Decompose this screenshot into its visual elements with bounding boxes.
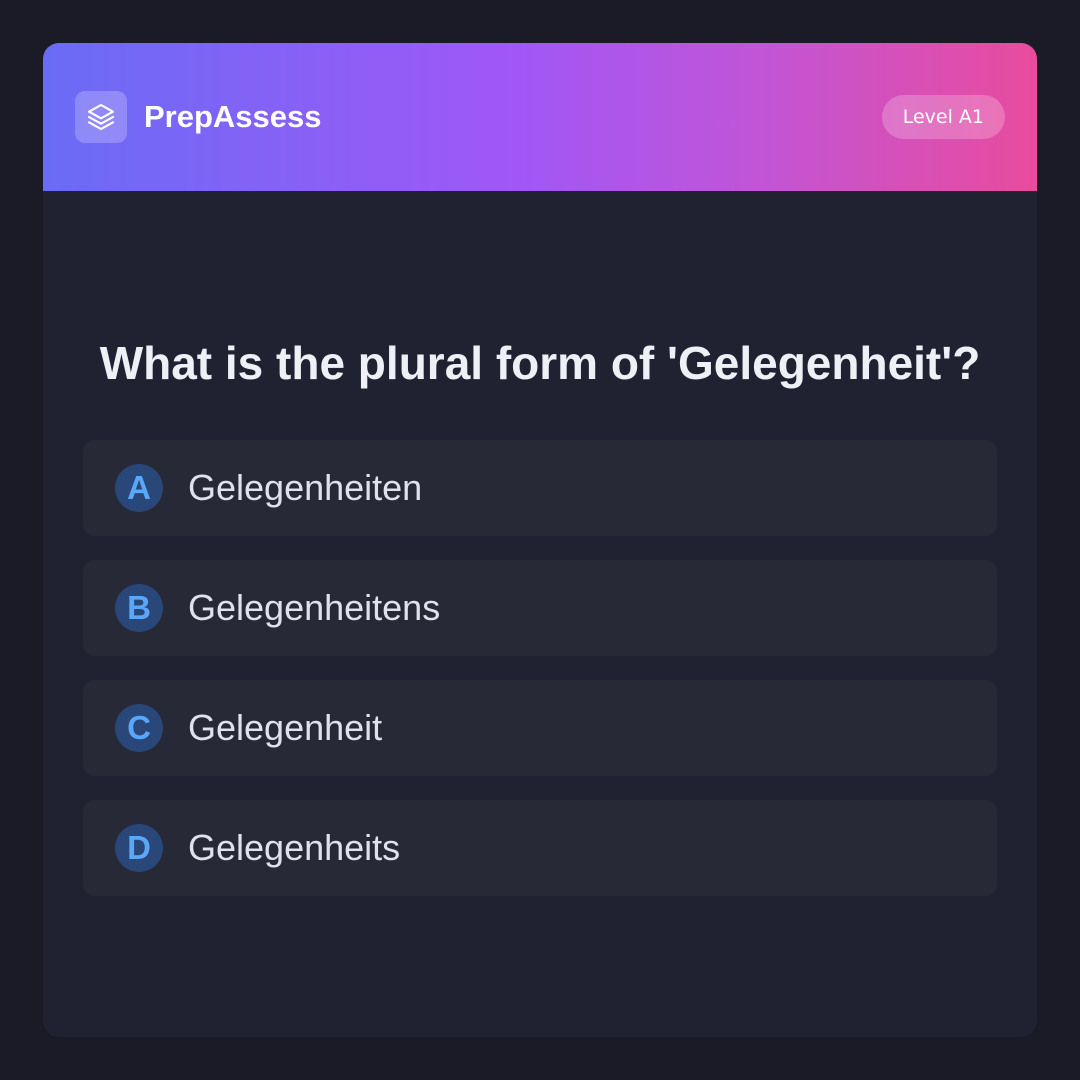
quiz-card: PrepAssess Level A1 What is the plural f…: [43, 43, 1037, 1037]
answer-option-c[interactable]: C Gelegenheit: [83, 680, 997, 776]
option-letter-badge: A: [115, 464, 163, 512]
option-text: Gelegenheits: [188, 827, 401, 868]
brand-name: PrepAssess: [144, 99, 322, 134]
option-text: Gelegenheiten: [188, 467, 423, 508]
answer-options: A Gelegenheiten B Gelegenheitens C Geleg…: [83, 440, 997, 920]
quiz-header: PrepAssess Level A1: [43, 43, 1037, 191]
option-letter-badge: B: [115, 584, 163, 632]
logo: [75, 91, 127, 143]
option-text: Gelegenheit: [188, 707, 383, 748]
option-letter-badge: D: [115, 824, 163, 872]
question-text: What is the plural form of 'Gelegenheit'…: [99, 337, 981, 389]
answer-option-b[interactable]: B Gelegenheitens: [83, 560, 997, 656]
answer-option-d[interactable]: D Gelegenheits: [83, 800, 997, 896]
option-letter-badge: C: [115, 704, 163, 752]
layers-icon: [87, 103, 115, 131]
option-text: Gelegenheitens: [188, 587, 441, 628]
answer-option-a[interactable]: A Gelegenheiten: [83, 440, 997, 536]
level-badge: Level A1: [881, 95, 1005, 139]
